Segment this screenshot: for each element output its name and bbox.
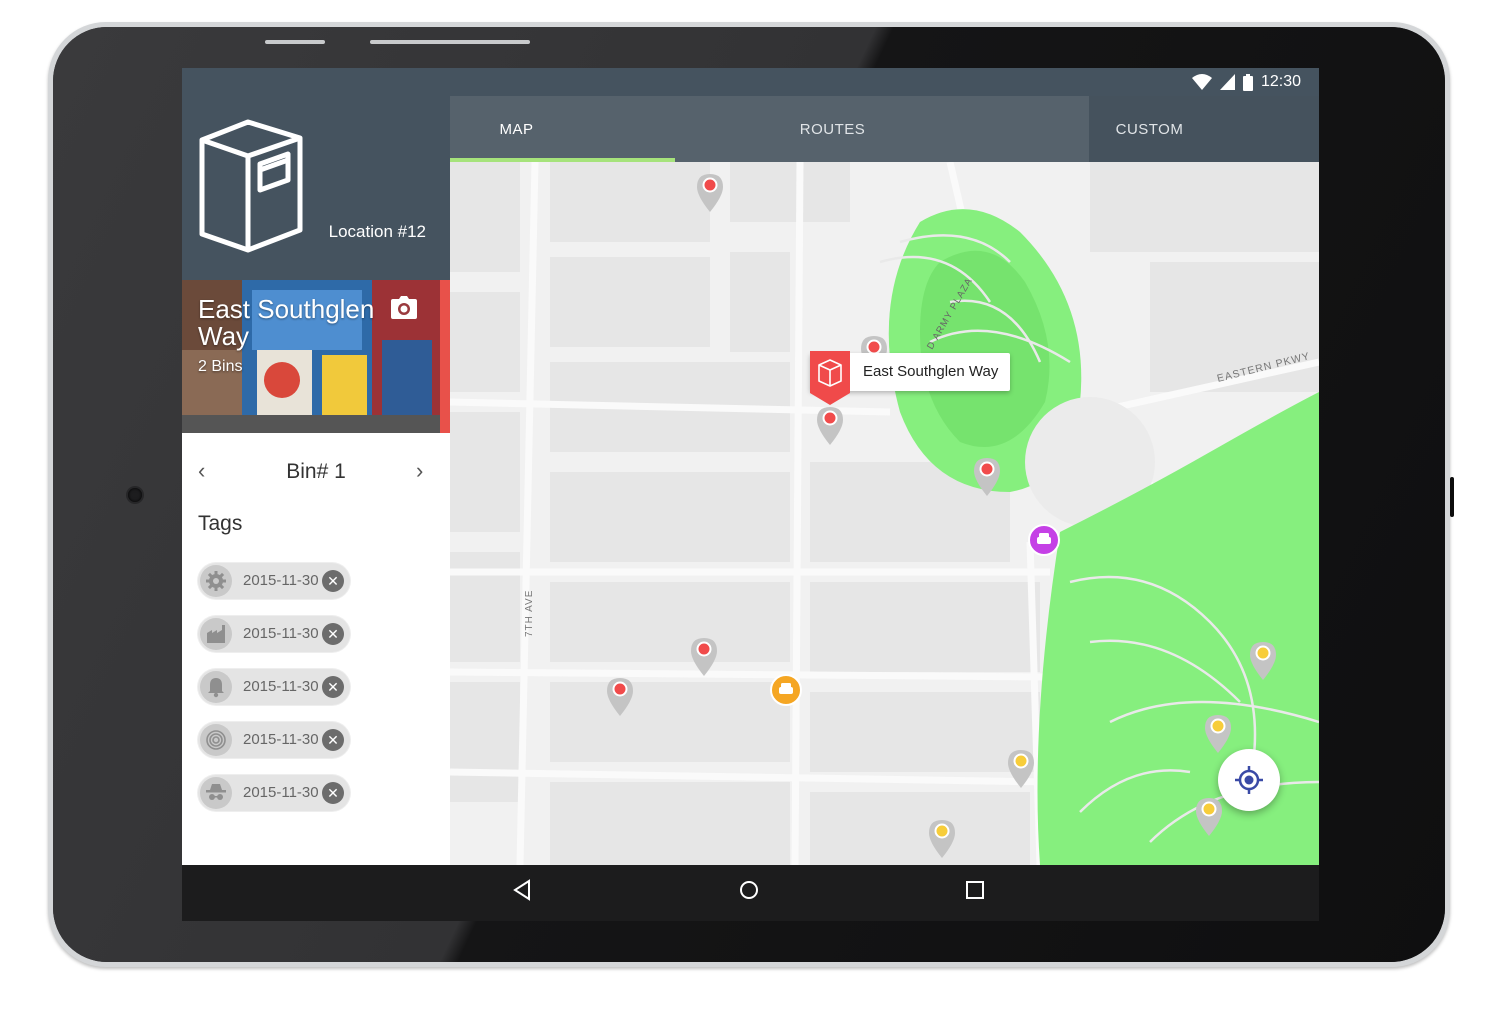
photo-accent-bar [440, 280, 450, 433]
recents-icon[interactable] [965, 879, 985, 901]
tag-date: 2015-11-30 [243, 572, 319, 589]
tablet-top-button [265, 40, 325, 44]
tag-chip[interactable]: 2015-11-30 ✕ [198, 563, 350, 599]
chevron-right-icon[interactable]: › [416, 458, 423, 484]
wifi-icon [1191, 74, 1212, 90]
front-camera [128, 488, 142, 502]
location-number: Location #12 [328, 222, 426, 241]
tablet-volume-button [370, 40, 530, 44]
tab-routes[interactable]: ROUTES [766, 96, 899, 162]
home-icon[interactable] [738, 879, 760, 901]
vehicle-marker-orange[interactable] [770, 674, 802, 706]
gps-locate-icon [1235, 766, 1263, 794]
tab-bar: MAP ROUTES CUSTOM [450, 96, 1319, 162]
close-icon[interactable]: ✕ [322, 623, 344, 645]
location-header: Location #12 [182, 68, 450, 280]
target-icon [200, 724, 232, 756]
camera-icon[interactable] [390, 296, 418, 320]
locate-me-button[interactable] [1218, 749, 1280, 811]
close-icon[interactable]: ✕ [322, 676, 344, 698]
location-photo[interactable]: East Southglen Way 2 Bins [182, 280, 450, 433]
status-time: 12:30 [1260, 73, 1301, 90]
status-bar: 12:30 [182, 68, 1319, 96]
location-callout[interactable]: East Southglen Way [810, 351, 1010, 405]
location-panel: Location #12 East Southglen Way 2 Bins ‹… [182, 68, 450, 865]
tab-map[interactable]: MAP [450, 96, 583, 162]
tag-chip[interactable]: 2015-11-30 ✕ [198, 775, 350, 811]
map-canvas: 7TH AVE EASTERN PKWY D ARMY PLAZA [450, 162, 1319, 865]
spy-icon [200, 777, 232, 809]
close-icon[interactable]: ✕ [322, 570, 344, 592]
cell-signal-icon [1219, 74, 1235, 90]
factory-icon [200, 618, 232, 650]
gear-icon [200, 565, 232, 597]
tags-heading: Tags [198, 512, 243, 535]
bin-count: 2 Bins [198, 358, 243, 375]
back-icon[interactable] [512, 879, 532, 901]
tablet-side-button [1450, 477, 1454, 517]
callout-label: East Southglen Way [863, 363, 999, 380]
bin-logo-icon [199, 119, 303, 253]
bin-navigator: ‹ Bin# 1 › [182, 448, 450, 494]
tag-date: 2015-11-30 [243, 731, 319, 748]
tab-custom[interactable]: CUSTOM [1083, 96, 1216, 162]
tag-chip[interactable]: 2015-11-30 ✕ [198, 616, 350, 652]
battery-icon [1242, 73, 1253, 91]
tag-date: 2015-11-30 [243, 625, 319, 642]
tag-date: 2015-11-30 [243, 784, 319, 801]
close-icon[interactable]: ✕ [322, 729, 344, 751]
bin-logo-icon [810, 351, 850, 405]
tag-chip[interactable]: 2015-11-30 ✕ [198, 722, 350, 758]
bin-title: Bin# 1 [286, 460, 346, 483]
map-view[interactable]: 7TH AVE EASTERN PKWY D ARMY PLAZA East S… [450, 162, 1319, 865]
system-nav-bar [182, 865, 1319, 921]
bell-icon [200, 671, 232, 703]
tablet-screen: Location #12 East Southglen Way 2 Bins ‹… [182, 68, 1319, 921]
vehicle-marker-purple[interactable] [1028, 524, 1060, 556]
tag-chip[interactable]: 2015-11-30 ✕ [198, 669, 350, 705]
street-label-7th-ave: 7TH AVE [524, 590, 535, 637]
close-icon[interactable]: ✕ [322, 782, 344, 804]
tag-date: 2015-11-30 [243, 678, 319, 695]
